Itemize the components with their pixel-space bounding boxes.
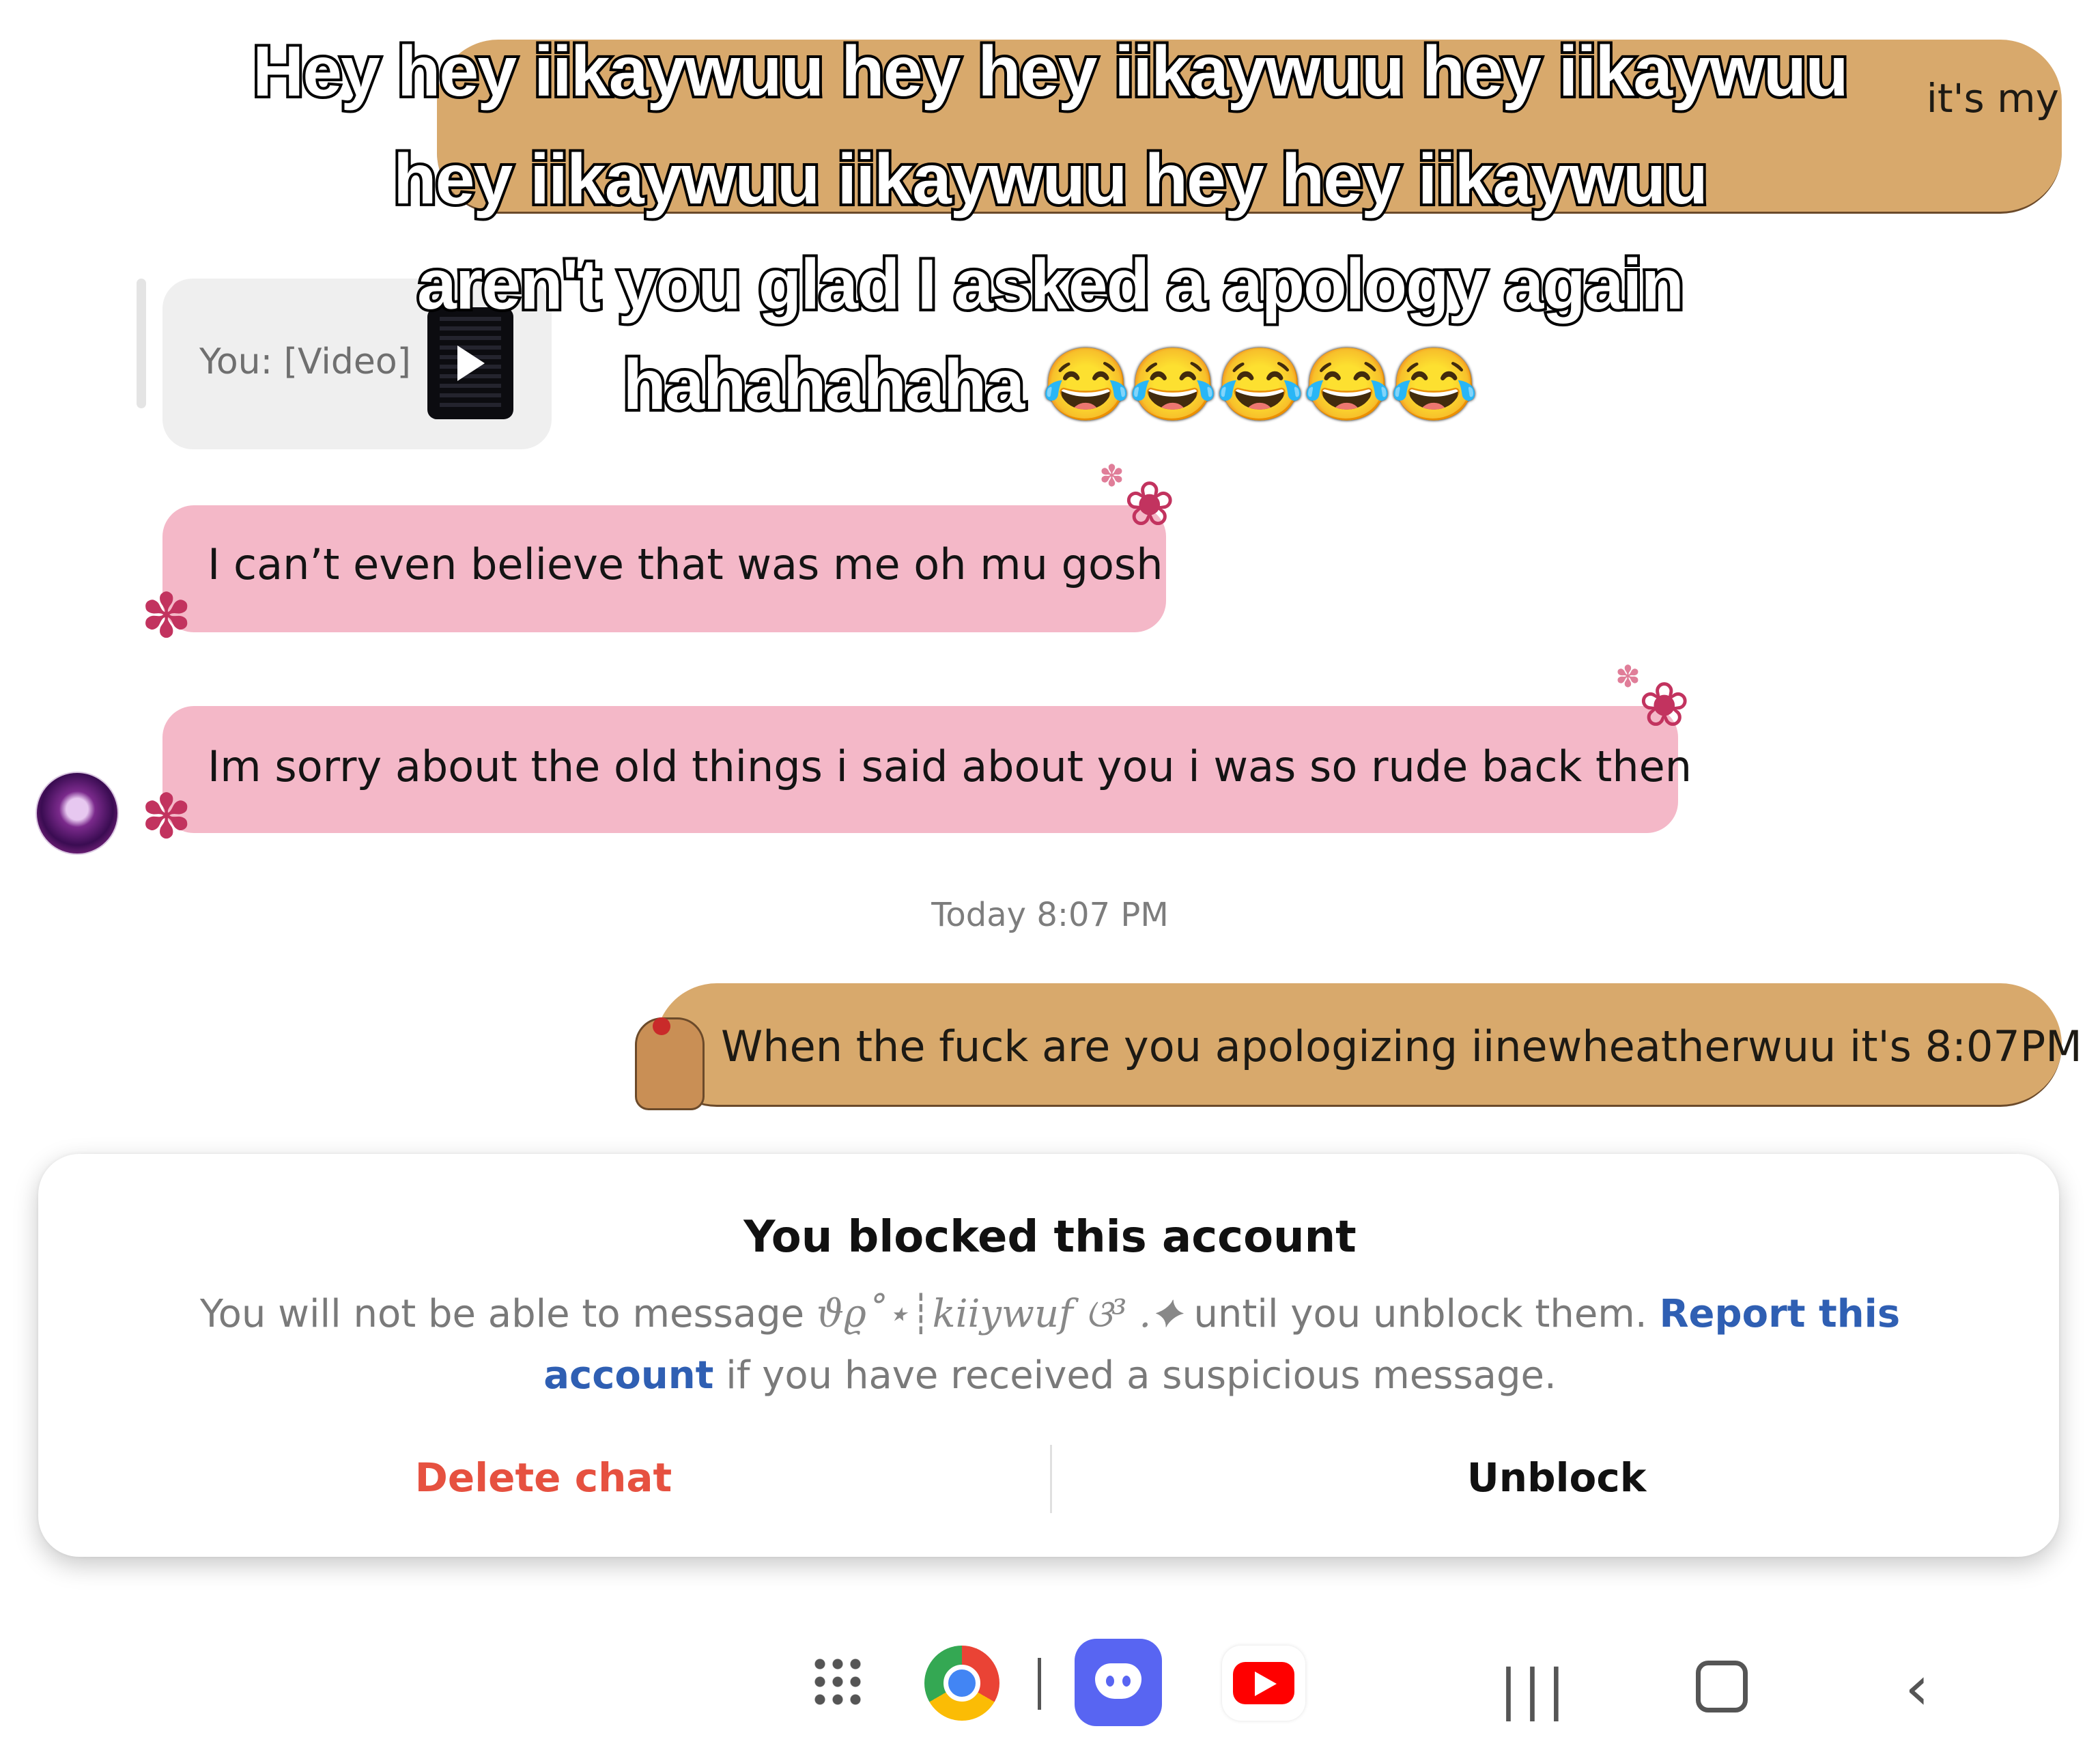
- capybara-sticker-icon: [635, 1017, 705, 1110]
- overlay-caption-line: hahahahaha 😂😂😂😂😂: [620, 343, 1481, 427]
- flower-icon: ❀: [1124, 470, 1176, 539]
- blocked-card-text: until you unblock them.: [1193, 1292, 1647, 1336]
- overlay-caption-line: hey iikaywuu iikaywuu hey hey iikaywuu: [391, 137, 1711, 222]
- flower-icon: ❀: [1638, 671, 1690, 739]
- received-message-text: I can’t even believe that was me oh mu g…: [208, 539, 1163, 589]
- received-message-text: Im sorry about the old things i said abo…: [208, 742, 1692, 791]
- unblock-button[interactable]: Unblock: [1051, 1454, 2062, 1501]
- message-timestamp: Today 8:07 PM: [931, 896, 1169, 934]
- apps-grid-icon[interactable]: [811, 1655, 863, 1707]
- blocked-card-title: You blocked this account: [743, 1212, 1357, 1263]
- delete-chat-button[interactable]: Delete chat: [38, 1454, 1049, 1501]
- flower-small-icon: ✽: [1099, 460, 1124, 493]
- overlay-caption-line: aren't you glad I asked a apology again: [414, 242, 1687, 327]
- blocked-card-text: if you have received a suspicious messag…: [726, 1353, 1557, 1398]
- chrome-icon[interactable]: [924, 1646, 999, 1721]
- back-nav-button[interactable]: ‹: [1905, 1652, 1929, 1724]
- flower-icon: ✽: [141, 783, 193, 851]
- discord-logo-eye: [1106, 1676, 1114, 1687]
- youtube-play-icon: [1255, 1672, 1277, 1696]
- blocked-card-text: You will not be able to message: [199, 1292, 805, 1336]
- capybara-flower-icon: [653, 1017, 670, 1035]
- discord-logo: [1095, 1663, 1141, 1699]
- discord-logo-eye: [1122, 1676, 1131, 1687]
- recents-nav-button[interactable]: |||: [1499, 1658, 1571, 1721]
- sent-message-text: When the fuck are you apologizing iinewh…: [721, 1021, 2082, 1071]
- blocked-username: ϑϱ˚⋆┊kiiywuf ଓ³ .✦: [816, 1292, 1182, 1336]
- blocked-card-message: You will not be able to message ϑϱ˚⋆┊kii…: [123, 1284, 1977, 1407]
- overlay-caption-line: Hey hey iikaywuu hey hey iikaywuu hey ii…: [250, 29, 1851, 114]
- home-nav-button[interactable]: [1696, 1661, 1748, 1712]
- flower-small-icon: ✽: [1615, 660, 1641, 694]
- flower-icon: ✽: [141, 582, 193, 651]
- sender-avatar[interactable]: [36, 772, 119, 855]
- taskbar-divider: [1038, 1658, 1041, 1710]
